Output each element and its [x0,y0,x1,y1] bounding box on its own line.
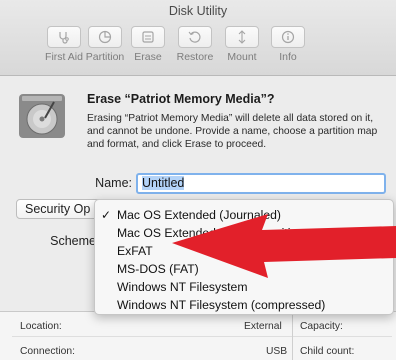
toolbar-mount-label: Mount [227,51,257,63]
format-option-label: Windows NT Filesystem (compressed) [117,298,326,312]
format-option-label: Mac OS Extended (Case-sensitive, Journal… [117,226,368,240]
toolbar-erase[interactable]: Erase [124,26,172,63]
location-label: Location: [20,321,62,332]
stethoscope-icon [59,32,69,44]
sheet-title: Erase “Patriot Memory Media”? [87,92,275,106]
capacity-label: Capacity: [300,321,343,332]
toolbar-restore-label: Restore [176,51,214,63]
format-option-label: ExFAT [117,244,153,258]
toolbar-partition-label: Partition [85,51,125,63]
toolbar-info[interactable]: Info [264,26,312,63]
mount-icon [238,30,246,44]
format-option[interactable]: Windows NT Filesystem [95,278,393,296]
toolbar-mount-button[interactable] [225,26,259,48]
name-label: Name: [95,176,132,190]
format-option[interactable]: Windows NT Filesystem (compressed) [95,296,393,314]
toolbar-restore-button[interactable] [178,26,212,48]
name-field-value: Untitled [142,176,185,190]
format-option-label: Mac OS Extended (Journaled) [117,208,281,222]
format-option[interactable]: MS-DOS (FAT) [95,260,393,278]
connection-label: Connection: [20,346,75,357]
info-row-location: Location: External Capacity: [0,316,396,336]
format-option[interactable]: ✓ Mac OS Extended (Journaled) [95,206,393,224]
toolbar-info-label: Info [279,51,297,63]
child-count-label: Child count: [300,346,355,357]
format-option[interactable]: ExFAT [95,242,393,260]
title-bar: Disk Utility First Aid Partition Erase R… [0,0,396,76]
toolbar-first-aid-button[interactable] [47,26,81,48]
toolbar-restore[interactable]: Restore [171,26,219,63]
info-panel: Location: External Capacity: Connection:… [0,311,396,360]
restore-icon [188,31,201,43]
toolbar-erase-label: Erase [134,51,162,63]
toolbar-partition-button[interactable] [88,26,122,48]
toolbar-partition[interactable]: Partition [81,26,129,63]
format-option-label: Windows NT Filesystem [117,280,248,294]
partition-icon [98,30,112,44]
info-divider [12,336,392,337]
checkmark-icon: ✓ [101,208,112,222]
toolbar-erase-button[interactable] [131,26,165,48]
toolbar-mount[interactable]: Mount [218,26,266,63]
format-dropdown-menu[interactable]: ✓ Mac OS Extended (Journaled) Mac OS Exte… [94,199,394,315]
name-field[interactable]: Untitled [136,173,386,194]
format-option[interactable]: Mac OS Extended (Case-sensitive, Journal… [95,224,393,242]
connection-value: USB [266,346,288,357]
info-row-connection: Connection: USB Child count: [0,341,396,360]
format-option-label: MS-DOS (FAT) [117,262,199,276]
erase-icon [142,31,154,43]
hard-drive-icon [19,94,65,138]
sheet-description: Erasing “Patriot Memory Media” will dele… [87,113,378,150]
info-icon [281,30,295,44]
window-title: Disk Utility [168,4,228,18]
scheme-label: Scheme [50,234,96,248]
toolbar-info-button[interactable] [271,26,305,48]
location-value: External [244,321,282,332]
